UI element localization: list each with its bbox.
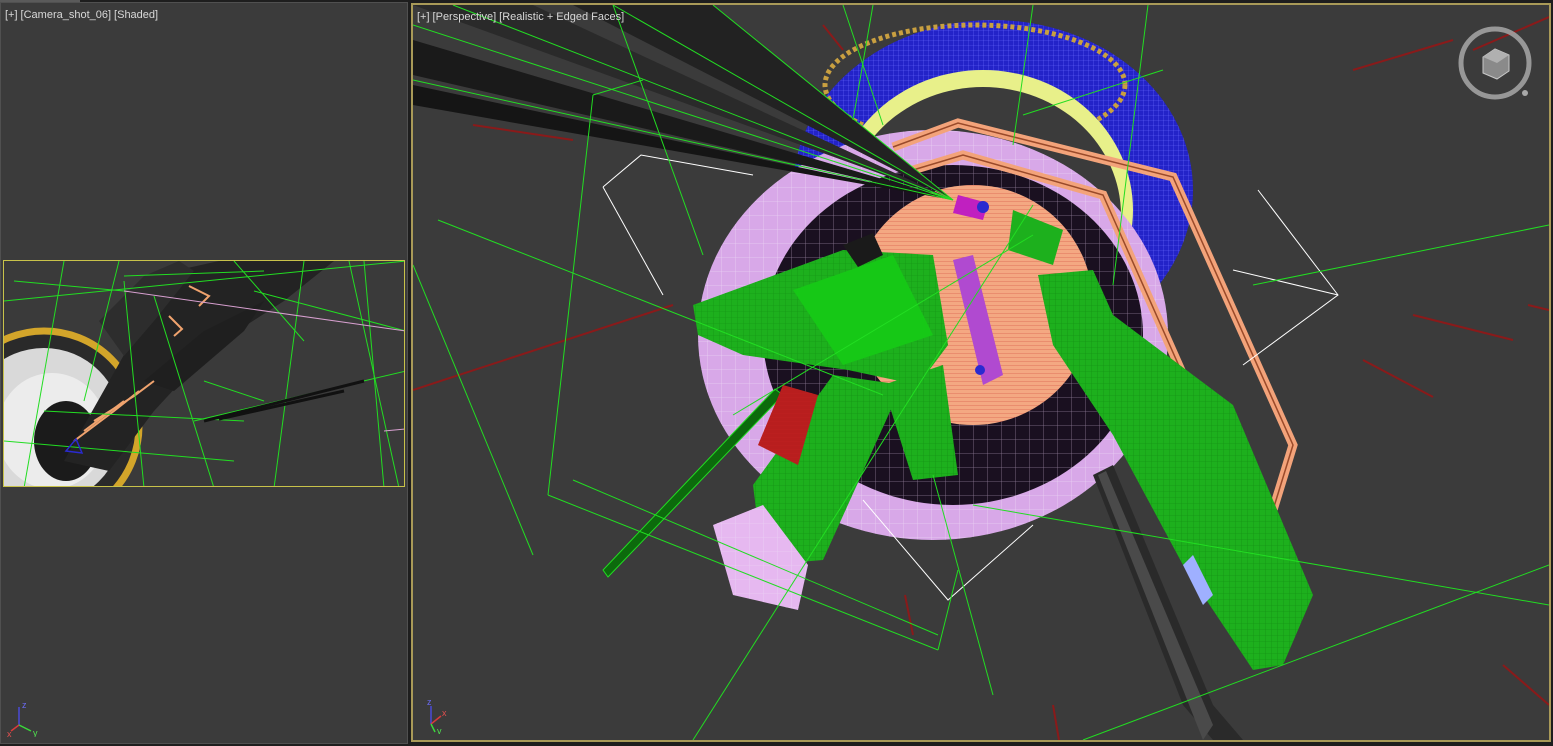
viewcube-graphic (1458, 26, 1532, 100)
viewport-label: [+] [Camera_shot_06] [Shaded] (5, 9, 161, 21)
camera-safe-frame (3, 260, 405, 487)
viewport-menu-plus[interactable]: [+] (5, 9, 18, 21)
axis-y-label: y (33, 728, 38, 737)
axis-z-label: z (427, 697, 432, 707)
viewport-label: [+] [Perspective] [Realistic + Edged Faces… (417, 11, 627, 23)
axis-x-label: x (7, 729, 12, 737)
axis-z-label: z (22, 700, 27, 710)
viewport-shading-label[interactable]: [Shaded] (114, 9, 158, 21)
axis-x-label: x (442, 708, 447, 718)
axis-tripod-icon: z x y (427, 697, 447, 734)
axis-tripod-icon: z x y (7, 700, 38, 737)
viewport-point-of-view-label[interactable]: [Camera_shot_06] (21, 9, 112, 21)
viewport-shading-label[interactable]: [Realistic + Edged Faces] (499, 11, 624, 23)
scene-geometry (413, 5, 1549, 740)
viewport-camera-shot[interactable]: [+] [Camera_shot_06] [Shaded] z x y (0, 2, 408, 744)
viewcube-icon[interactable] (1455, 23, 1535, 103)
camera-render-preview (4, 261, 404, 486)
viewport-perspective[interactable]: [+] [Perspective] [Realistic + Edged Faces… (411, 3, 1551, 742)
viewport-menu-plus[interactable]: [+] (417, 11, 430, 23)
axis-y-label: y (437, 726, 442, 734)
viewport-point-of-view-label[interactable]: [Perspective] (433, 11, 497, 23)
